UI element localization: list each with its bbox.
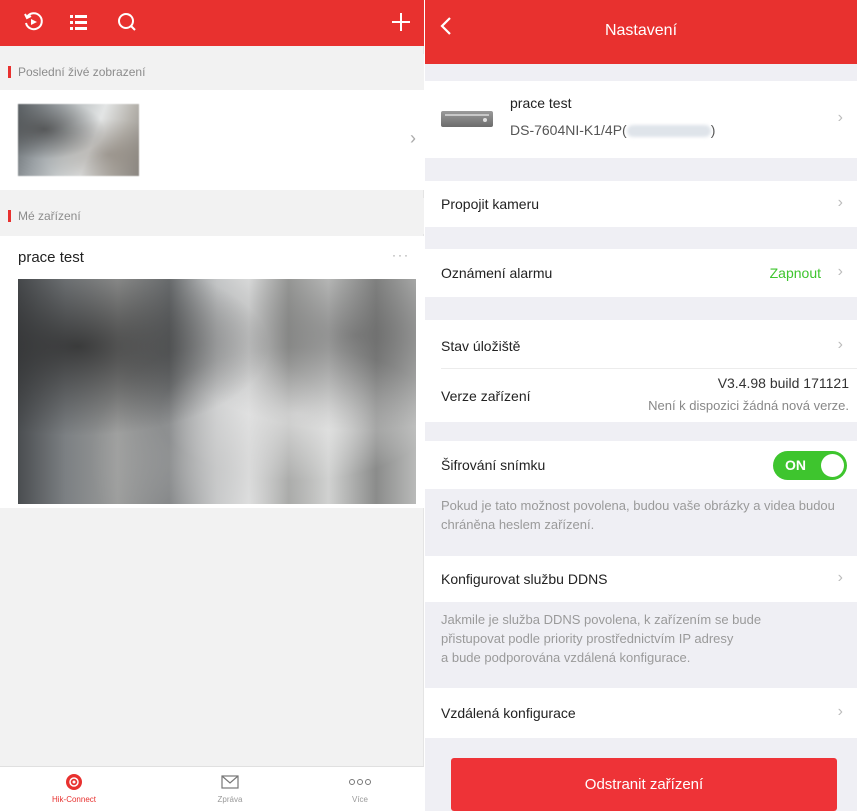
- version-value: V3.4.98 build 171121: [717, 375, 849, 391]
- ddns-desc-line: Jakmile je služba DDNS povolena, k zaříz…: [441, 612, 762, 627]
- settings-header: Nastavení: [425, 0, 857, 64]
- device-model-text: DS-7604NI-K1/4P(: [510, 122, 627, 138]
- image-encryption-row: Šifrování snímku ON: [425, 441, 857, 489]
- remove-device-button[interactable]: Odstranit zařízení: [451, 758, 837, 811]
- remote-config-row[interactable]: Vzdálená konfigurace ›: [425, 688, 857, 738]
- alarm-label: Oznámení alarmu: [441, 265, 553, 281]
- encryption-label: Šifrování snímku: [441, 457, 546, 473]
- chevron-right-icon: ›: [837, 703, 843, 720]
- storage-version-group: Stav úložiště › Verze zařízení V3.4.98 b…: [425, 320, 857, 422]
- ddns-row[interactable]: Konfigurovat službu DDNS ›: [425, 556, 857, 602]
- version-label: Verze zařízení: [441, 388, 531, 404]
- bottom-navigation: Hik-Connect Zpráva Více: [0, 766, 424, 811]
- encryption-description: Pokud je tato možnost povolena, budou va…: [441, 498, 835, 532]
- list-icon[interactable]: [64, 7, 94, 37]
- settings-panel: Nastavení prace test DS-7604NI-K1/4P() ›…: [425, 0, 857, 811]
- device-card[interactable]: prace test ···: [0, 236, 424, 508]
- device-name: prace test: [510, 95, 572, 111]
- nav-message[interactable]: Zpráva: [190, 771, 270, 804]
- version-note: Není k dispozici žádná nová verze.: [648, 398, 849, 413]
- page-title: Nastavení: [604, 22, 678, 39]
- nav-more[interactable]: Více: [320, 771, 400, 804]
- nav-label: Více: [351, 795, 368, 804]
- device-model-close: ): [710, 122, 716, 138]
- playback-icon[interactable]: [18, 7, 48, 37]
- storage-label: Stav úložiště: [441, 338, 521, 354]
- nav-label: Hik-Connect: [51, 795, 96, 804]
- storage-row[interactable]: Stav úložiště ›: [425, 320, 857, 368]
- nav-hik-connect[interactable]: Hik-Connect: [34, 771, 114, 804]
- search-icon[interactable]: [112, 7, 142, 37]
- nav-label: Zpráva: [217, 795, 243, 804]
- hik-connect-icon: [34, 771, 114, 793]
- chevron-right-icon: ›: [837, 109, 843, 126]
- ddns-desc-line: přistupovat podle priority prostřednictv…: [441, 631, 734, 646]
- section-recent-live: Poslední živé zobrazení: [0, 54, 424, 90]
- device-menu-icon[interactable]: ···: [392, 248, 410, 262]
- link-camera-label: Propojit kameru: [441, 196, 540, 212]
- ddns-desc-line: a bude podporována vzdálená konfigurace.: [441, 650, 691, 665]
- device-info-row[interactable]: prace test DS-7604NI-K1/4P() ›: [425, 81, 857, 158]
- recent-live-item[interactable]: ›: [0, 90, 424, 190]
- chevron-right-icon: ›: [837, 194, 843, 211]
- section-my-devices: Mé zařízení: [0, 198, 424, 234]
- divider: [441, 368, 857, 369]
- more-dots-icon: [320, 771, 400, 793]
- envelope-icon: [190, 771, 270, 793]
- redacted-serial: [626, 125, 711, 138]
- link-camera-row[interactable]: Propojit kameru ›: [425, 181, 857, 227]
- ddns-description: Jakmile je služba DDNS povolena, k zaříz…: [425, 610, 857, 667]
- remote-config-label: Vzdálená konfigurace: [441, 705, 576, 721]
- recent-live-thumbnail[interactable]: [18, 104, 139, 176]
- toggle-knob: [821, 454, 844, 477]
- add-icon[interactable]: [386, 7, 416, 37]
- left-top-bar: [0, 0, 424, 46]
- toggle-label: ON: [785, 457, 806, 473]
- ddns-label: Konfigurovat službu DDNS: [441, 571, 608, 587]
- chevron-right-icon: ›: [837, 263, 843, 280]
- camera-preview[interactable]: [18, 279, 416, 504]
- nvr-device-icon: [441, 111, 493, 127]
- chevron-right-icon: ›: [837, 569, 843, 586]
- device-model: DS-7604NI-K1/4P(): [510, 122, 715, 138]
- alarm-value: Zapnout: [769, 265, 821, 281]
- alarm-notification-row[interactable]: Oznámení alarmu Zapnout ›: [425, 249, 857, 297]
- chevron-right-icon: ›: [410, 128, 416, 148]
- encryption-toggle[interactable]: ON: [773, 451, 847, 480]
- chevron-right-icon: ›: [837, 336, 843, 353]
- device-list-panel: Poslední živé zobrazení › Mé zařízení pr…: [0, 0, 424, 811]
- device-name: prace test: [18, 249, 84, 266]
